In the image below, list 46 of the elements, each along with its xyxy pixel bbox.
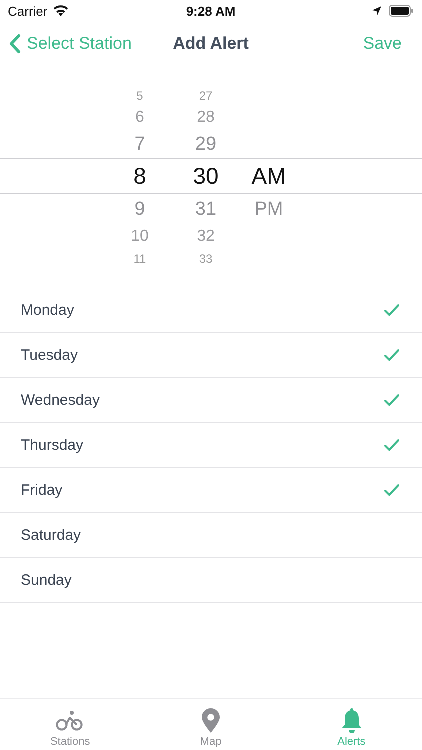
day-label: Tuesday [21, 346, 78, 364]
picker-value[interactable]: 6 [136, 110, 144, 126]
picker-value[interactable]: 29 [195, 134, 217, 154]
day-row[interactable]: Saturday [0, 513, 422, 558]
picker-value[interactable]: 32 [197, 229, 215, 245]
picker-value[interactable]: 9 [134, 200, 146, 218]
day-row[interactable]: Wednesday [0, 378, 422, 423]
picker-value[interactable]: 28 [197, 110, 215, 126]
picker-value[interactable]: 8 [134, 164, 146, 188]
tab-item[interactable]: Alerts [281, 699, 422, 750]
tab-item[interactable]: Stations [0, 699, 141, 750]
back-button[interactable]: Select Station [9, 34, 132, 54]
back-chevron-icon [9, 34, 21, 54]
status-time: 9:28 AM [186, 4, 236, 18]
tab-item[interactable]: Map [140, 699, 282, 750]
location-arrow-icon [372, 6, 382, 16]
day-row[interactable]: Friday [0, 468, 422, 513]
map-pin-icon [201, 708, 221, 734]
picker-value[interactable]: 33 [199, 253, 213, 265]
day-row[interactable]: Sunday [0, 558, 422, 603]
day-row[interactable]: Tuesday [0, 333, 422, 378]
picker-value[interactable]: 5 [136, 90, 144, 102]
bicycle-icon [56, 708, 84, 734]
picker-value[interactable]: 27 [199, 90, 213, 102]
picker-value[interactable]: AM [252, 164, 286, 188]
screen-title: Add Alert [173, 34, 249, 54]
picker-value[interactable]: PM [254, 200, 284, 218]
battery-icon [389, 5, 414, 17]
day-row[interactable]: Thursday [0, 423, 422, 468]
picker-value[interactable]: 10 [131, 229, 149, 245]
day-row[interactable]: Monday [0, 288, 422, 333]
day-label: Monday [21, 302, 74, 318]
day-label: Thursday [21, 436, 84, 454]
wifi-icon [52, 5, 69, 17]
picker-value[interactable]: 11 [134, 253, 146, 265]
picker-value[interactable]: 7 [134, 134, 146, 154]
carrier-name: Carrier [8, 4, 48, 18]
bell-icon [340, 708, 364, 734]
day-label: Sunday [21, 572, 72, 588]
picker-value[interactable]: 30 [193, 164, 219, 188]
save-button[interactable]: Save [363, 34, 402, 54]
day-label: Wednesday [21, 392, 100, 408]
time-picker[interactable]: 5 27 6 28 7 29 8 30 AM 9 31 PM 10 32 11 33 [0, 86, 422, 268]
day-label: Saturday [21, 526, 82, 544]
picker-value[interactable]: 31 [195, 200, 217, 218]
day-label: Friday [21, 482, 63, 498]
